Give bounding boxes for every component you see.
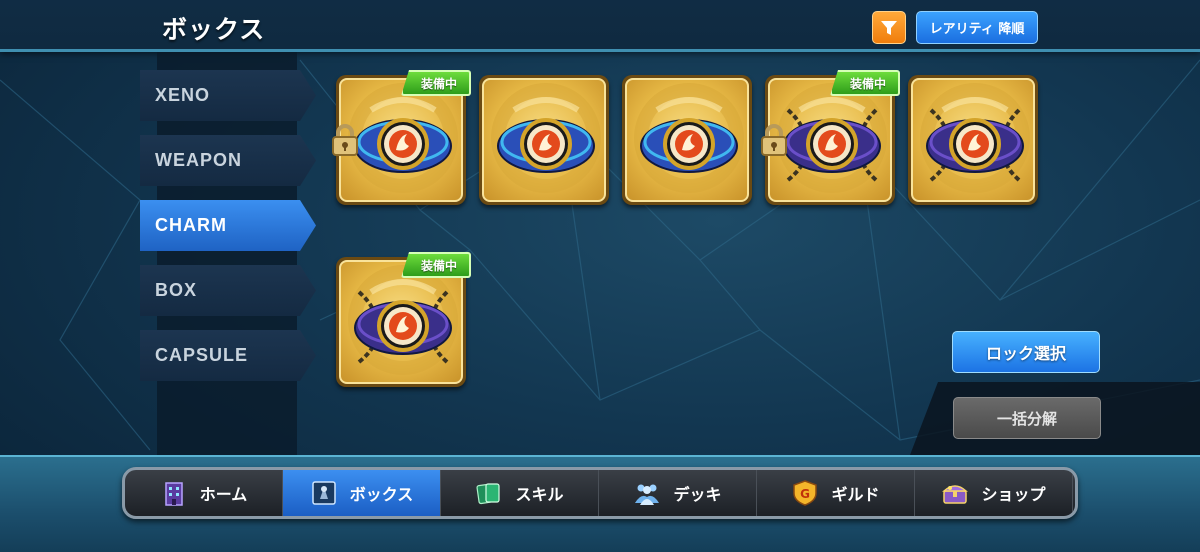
nav-label: ボックス [349,485,414,504]
charm-image [625,78,749,202]
charm-item-card[interactable]: 装備中 [336,252,471,387]
nav-label: ギルド [831,485,880,504]
charm-item-card[interactable]: 装備中 [332,70,471,205]
nav-label: スキル [515,485,564,504]
nav-label: ホーム [199,485,248,504]
nav-label: デッキ [673,485,722,504]
category-tab-charm[interactable]: CHARM [140,200,316,251]
lock-icon [759,123,789,157]
nav-box[interactable]: ボックス [283,470,441,516]
nav-label: ショップ [981,485,1046,504]
category-tab-label: XENO [155,85,211,105]
lock-icon [330,123,360,157]
charm-image [482,78,606,202]
cards-icon [475,479,503,507]
category-tab-label: CHARM [155,215,227,235]
category-tab-xeno[interactable]: XENO [140,70,316,121]
nav-treasure-chest[interactable]: ショップ [915,470,1073,516]
sort-order-button[interactable]: レアリティ 降順 [916,11,1038,44]
category-tab-label: BOX [155,280,198,300]
equipped-badge: 装備中 [830,70,900,96]
bottom-nav: ホーム ボックス スキル デッキ G ギルド ショップ [122,467,1078,519]
nav-team[interactable]: デッキ [599,470,757,516]
bulk-dismantle-button[interactable]: 一括分解 [953,397,1101,439]
charm-image [911,78,1035,202]
filter-funnel-icon [881,20,897,35]
charm-item-card[interactable] [908,75,1038,205]
box-icon [310,479,338,507]
equipped-badge: 装備中 [401,70,471,96]
guild-shield-icon: G [791,479,819,507]
treasure-chest-icon [941,479,969,507]
category-tab-label: WEAPON [155,150,242,170]
building-icon [160,479,188,507]
category-tab-label: CAPSULE [155,345,249,365]
charm-image [339,260,463,384]
charm-item-card[interactable] [479,75,609,205]
team-icon [633,479,661,507]
lock-select-button[interactable]: ロック選択 [952,331,1100,373]
filter-button[interactable] [872,11,906,44]
svg-text:G: G [801,487,811,501]
nav-guild-shield[interactable]: G ギルド [757,470,915,516]
charm-item-card[interactable] [622,75,752,205]
nav-building[interactable]: ホーム [125,470,283,516]
category-tab-box[interactable]: BOX [140,265,316,316]
nav-cards[interactable]: スキル [441,470,599,516]
charm-item-card[interactable]: 装備中 [761,70,900,205]
page-title: ボックス [162,15,266,44]
category-tab-weapon[interactable]: WEAPON [140,135,316,186]
category-tab-capsule[interactable]: CAPSULE [140,330,316,381]
equipped-badge: 装備中 [401,252,471,278]
header-bar: ボックス レアリティ 降順 [0,0,1200,52]
